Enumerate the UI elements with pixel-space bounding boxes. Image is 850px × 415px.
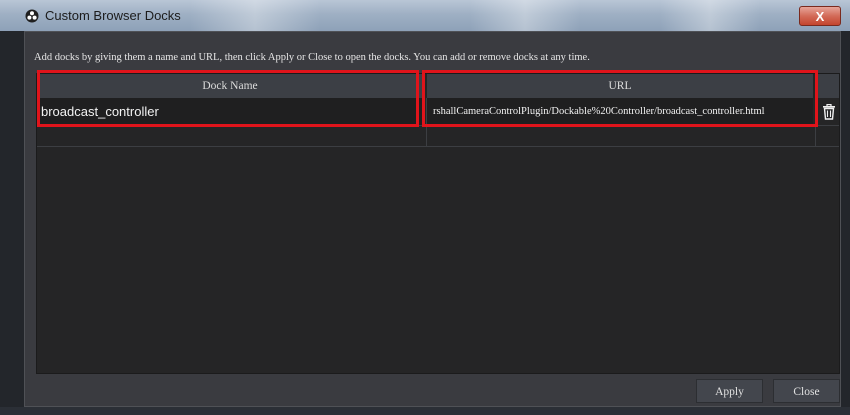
close-icon[interactable]: X — [799, 6, 841, 26]
titlebar-glare — [190, 0, 320, 31]
url-highlight — [422, 70, 818, 127]
title-bar[interactable]: Custom Browser Docks X — [0, 0, 850, 31]
window-title: Custom Browser Docks — [45, 8, 181, 23]
instructions-text: Add docks by giving them a name and URL,… — [34, 52, 590, 63]
window-bottom-edge — [0, 407, 850, 415]
dock-name-highlight — [37, 70, 419, 127]
titlebar-glare — [660, 0, 760, 31]
titlebar-glare — [470, 0, 580, 31]
column-header-actions — [816, 74, 839, 98]
trash-icon[interactable] — [822, 104, 836, 120]
custom-browser-docks-dialog: Custom Browser Docks X Add docks by givi… — [0, 0, 850, 415]
obs-logo-icon — [25, 9, 39, 23]
apply-button[interactable]: Apply — [696, 379, 763, 403]
close-button[interactable]: Close — [773, 379, 840, 403]
row-divider — [37, 146, 839, 147]
